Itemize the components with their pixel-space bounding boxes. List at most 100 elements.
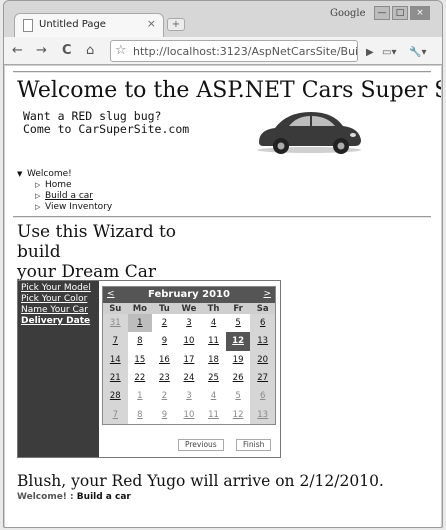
calendar-day[interactable]: 5 [226, 314, 251, 332]
step-name-car[interactable]: Name Your Car [21, 305, 96, 316]
calendar-day[interactable]: 25 [201, 369, 226, 387]
calendar-day[interactable]: 23 [152, 369, 177, 387]
collapsed-icon: ▷ [35, 203, 41, 211]
next-month-link[interactable]: > [263, 289, 271, 299]
calendar-day[interactable]: 6 [250, 387, 275, 406]
calendar-day[interactable]: 16 [152, 351, 177, 369]
calendar-day[interactable]: 4 [201, 314, 226, 332]
calendar-day[interactable]: 7 [103, 332, 128, 351]
calendar-day[interactable]: 2 [152, 314, 177, 332]
calendar-day-selected[interactable]: 12 [225, 332, 251, 351]
calendar-day[interactable]: 1 [128, 387, 153, 405]
calendar-day[interactable]: 24 [177, 369, 202, 387]
calendar-day[interactable]: 17 [177, 351, 202, 369]
new-tab-button[interactable]: + [167, 18, 185, 31]
calendar-day[interactable]: 9 [152, 332, 177, 350]
step-pick-color[interactable]: Pick Your Color [21, 294, 96, 305]
tree-root[interactable]: ▼ Welcome! [17, 169, 112, 180]
tree-item-label[interactable]: Home [45, 180, 72, 190]
calendar-day[interactable]: 11 [201, 332, 226, 350]
delivery-calendar: < February 2010 > Su Mo Tu We Th Fr Sa 3… [102, 286, 276, 425]
close-window-button[interactable]: × [410, 6, 430, 20]
tree-item-label[interactable]: View Inventory [45, 202, 112, 212]
collapsed-icon: ▷ [35, 181, 41, 189]
back-button[interactable]: ← [12, 43, 23, 59]
calendar-day[interactable]: 8 [128, 405, 153, 423]
reload-button[interactable]: C [62, 43, 72, 59]
calendar-header: < February 2010 > [103, 287, 275, 303]
intro-line: your Dream Car [17, 262, 157, 282]
calendar-week: 21 22 23 24 25 26 27 [103, 368, 275, 388]
page-title: Welcome to the ASP.NET Cars Super Site! [17, 78, 441, 103]
previous-button[interactable]: Previous [178, 439, 224, 451]
day-header: Sa [250, 303, 275, 314]
calendar-day[interactable]: 27 [250, 368, 275, 388]
calendar-day[interactable]: 5 [226, 387, 251, 405]
calendar-day[interactable]: 22 [128, 369, 153, 387]
calendar-day[interactable]: 10 [177, 405, 202, 423]
calendar-day[interactable]: 9 [152, 405, 177, 423]
calendar-day[interactable]: 31 [103, 314, 128, 333]
day-header: Mo [127, 303, 153, 314]
breadcrumb: Welcome! : Build a car [17, 492, 131, 502]
breadcrumb-root[interactable]: Welcome! [17, 492, 67, 502]
calendar-day[interactable]: 10 [177, 332, 202, 350]
calendar-day[interactable]: 4 [201, 387, 226, 405]
breadcrumb-separator: : [70, 492, 74, 502]
tree-item-label[interactable]: Build a car [45, 191, 93, 201]
forward-button[interactable]: → [36, 43, 47, 59]
calendar-day[interactable]: 28 [103, 387, 128, 406]
tab-title: Untitled Page [39, 19, 106, 30]
calendar-day[interactable]: 3 [177, 314, 202, 332]
bookmark-star-icon[interactable]: ☆ [115, 43, 127, 58]
calendar-day[interactable]: 7 [103, 405, 128, 424]
calendar-month: February 2010 [148, 289, 230, 300]
promo-text: Want a RED slug bug? Come to CarSuperSit… [23, 110, 189, 136]
divider [13, 71, 431, 73]
breadcrumb-current: Build a car [76, 492, 131, 502]
tree-item-home[interactable]: ▷ Home [17, 180, 112, 191]
calendar-day[interactable]: 6 [250, 314, 275, 333]
calendar-day[interactable]: 19 [226, 351, 251, 369]
site-tree: ▼ Welcome! ▷ Home ▷ Build a car ▷ View Inven… [17, 169, 112, 213]
calendar-week: 14 15 16 17 18 19 20 [103, 350, 275, 369]
tree-item-build-a-car[interactable]: ▷ Build a car [17, 191, 112, 202]
calendar-day[interactable]: 20 [250, 350, 275, 369]
home-button[interactable]: ⌂ [86, 43, 94, 59]
page-menu-button[interactable]: ▭▾ [382, 45, 396, 61]
day-header: Th [201, 303, 226, 314]
tab-close-icon[interactable]: × [147, 17, 156, 30]
day-header: Tu [152, 303, 177, 314]
go-button[interactable]: ▶ [366, 45, 374, 61]
wizard-sidebar: Pick Your Model Pick Your Color Name You… [18, 281, 99, 457]
finish-button[interactable]: Finish [236, 439, 272, 451]
calendar-day[interactable]: 26 [226, 369, 251, 387]
calendar-day[interactable]: 15 [128, 351, 153, 369]
tree-item-view-inventory[interactable]: ▷ View Inventory [17, 202, 112, 213]
day-header: We [176, 303, 202, 314]
divider [13, 216, 431, 218]
maximize-button[interactable]: □ [392, 6, 408, 20]
minimize-button[interactable]: — [374, 6, 390, 20]
calendar-day[interactable]: 21 [103, 368, 128, 388]
step-delivery-date[interactable]: Delivery Date [21, 316, 96, 327]
calendar-day[interactable]: 3 [177, 387, 202, 405]
calendar-day[interactable]: 1 [127, 314, 153, 333]
calendar-grid: Su Mo Tu We Th Fr Sa 31 1 2 3 4 5 6 7 8 … [103, 303, 275, 424]
step-pick-model[interactable]: Pick Your Model [21, 283, 96, 294]
browser-window: Untitled Page × + Google — □ × ← → C ⌂ ☆… [3, 0, 443, 528]
calendar-day[interactable]: 11 [201, 405, 226, 423]
calendar-week: 7 8 9 10 11 12 13 [103, 405, 275, 424]
calendar-day[interactable]: 14 [103, 350, 128, 369]
calendar-day[interactable]: 12 [226, 405, 251, 423]
address-bar[interactable]: ☆ http://localhost:3123/AspNetCarsSite/B… [110, 40, 358, 62]
expand-icon[interactable]: ▼ [17, 169, 27, 180]
calendar-day[interactable]: 13 [250, 332, 275, 351]
browser-tab[interactable]: Untitled Page × [14, 13, 164, 37]
calendar-day[interactable]: 8 [128, 332, 153, 350]
calendar-day[interactable]: 18 [201, 351, 226, 369]
tools-menu-button[interactable]: 🔧▾ [409, 45, 426, 61]
browser-toolbar: ← → C ⌂ ☆ http://localhost:3123/AspNetCa… [4, 37, 442, 65]
calendar-day[interactable]: 2 [152, 387, 177, 405]
calendar-day[interactable]: 13 [250, 405, 275, 424]
